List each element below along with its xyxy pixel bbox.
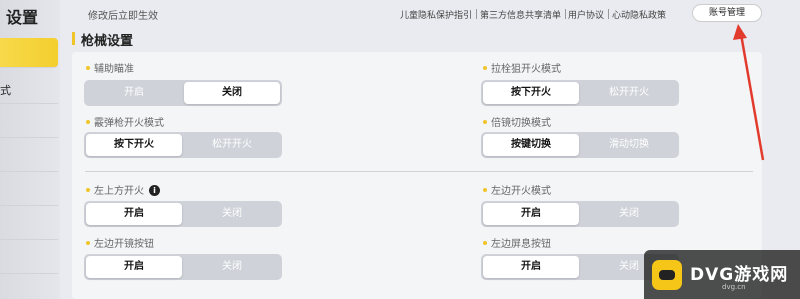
sidebar-item[interactable] (0, 176, 58, 206)
option-release-fire[interactable]: 松开开火 (184, 134, 280, 156)
bullet-icon (86, 188, 90, 192)
section-divider (85, 171, 753, 172)
settings-title: 设置 (6, 8, 39, 27)
toggle-aim-assist: 开启 关闭 (84, 80, 282, 106)
section-title: 枪械设置 (81, 34, 134, 49)
option-off[interactable]: 关闭 (184, 82, 280, 104)
third-party-list-link[interactable]: 第三方信息共享清单 (480, 8, 567, 21)
gamepad-logo-icon (652, 260, 682, 290)
setting-label-left-scope-button: 左边开镜按钮 (86, 235, 154, 250)
bullet-icon (483, 188, 487, 192)
option-off[interactable]: 关闭 (184, 256, 280, 278)
bullet-icon (86, 120, 90, 124)
bullet-icon (483, 120, 487, 124)
section-header: 枪械设置 (72, 28, 800, 50)
apply-hint: 修改后立即生效 (88, 11, 158, 22)
setting-label-left-fire-mode: 左边开火模式 (483, 182, 551, 197)
watermark-domain: dvg.cn (722, 283, 746, 291)
option-press-fire[interactable]: 按下开火 (483, 82, 579, 104)
option-on[interactable]: 开启 (86, 256, 182, 278)
toggle-left-scope-button: 开启 关闭 (84, 254, 282, 280)
option-off[interactable]: 关闭 (581, 203, 677, 225)
toggle-left-fire-mode: 开启 关闭 (481, 201, 679, 227)
option-button-switch[interactable]: 按键切换 (483, 134, 579, 156)
sidebar-item-mode[interactable]: 式 (0, 74, 58, 104)
option-on[interactable]: 开启 (483, 256, 579, 278)
watermark-brand: DVG游戏网 (690, 265, 789, 285)
account-management-button[interactable]: 账号管理 (692, 4, 762, 22)
bullet-icon (86, 66, 90, 70)
toggle-bolt-sniper-fire: 按下开火 松开开火 (481, 80, 679, 106)
user-agreement-link[interactable]: 用户协议 (568, 8, 610, 21)
sidebar-item[interactable] (0, 108, 58, 138)
bullet-icon (483, 66, 487, 70)
setting-label-shotgun-fire: 霰弹枪开火模式 (86, 114, 164, 129)
privacy-policy-link[interactable]: 心动隐私政策 (612, 8, 666, 21)
setting-label-scope-switch: 倍镜切换模式 (483, 114, 551, 129)
sidebar-item[interactable] (0, 142, 58, 172)
toggle-scope-switch: 按键切换 滑动切换 (481, 132, 679, 158)
sidebar-item[interactable] (0, 210, 58, 240)
section-accent-bar (72, 32, 75, 45)
toggle-shotgun-fire: 按下开火 松开开火 (84, 132, 282, 158)
option-on[interactable]: 开启 (86, 203, 182, 225)
option-press-fire[interactable]: 按下开火 (86, 134, 182, 156)
bullet-icon (86, 241, 90, 245)
setting-label-aim-assist: 辅助瞄准 (86, 60, 134, 75)
option-on[interactable]: 开启 (86, 82, 182, 104)
setting-label-bolt-sniper-fire: 拉栓狙开火模式 (483, 60, 561, 75)
sidebar: 设置 式 (0, 0, 60, 299)
option-off[interactable]: 关闭 (184, 203, 280, 225)
toggle-top-left-fire: 开启 关闭 (84, 201, 282, 227)
sidebar-item[interactable] (0, 244, 58, 274)
sidebar-item-label: 式 (0, 84, 11, 97)
sidebar-item-active[interactable] (0, 38, 58, 68)
watermark: DVG游戏网 dvg.cn (644, 250, 800, 299)
bullet-icon (483, 241, 487, 245)
option-slide-switch[interactable]: 滑动切换 (581, 134, 677, 156)
option-release-fire[interactable]: 松开开火 (581, 82, 677, 104)
option-on[interactable]: 开启 (483, 203, 579, 225)
info-icon[interactable]: i (149, 184, 160, 196)
setting-label-left-breath-button: 左边屏息按钮 (483, 235, 551, 250)
child-privacy-link[interactable]: 儿童隐私保护指引 (400, 8, 478, 21)
setting-label-top-left-fire: 左上方开火 i (86, 182, 160, 197)
